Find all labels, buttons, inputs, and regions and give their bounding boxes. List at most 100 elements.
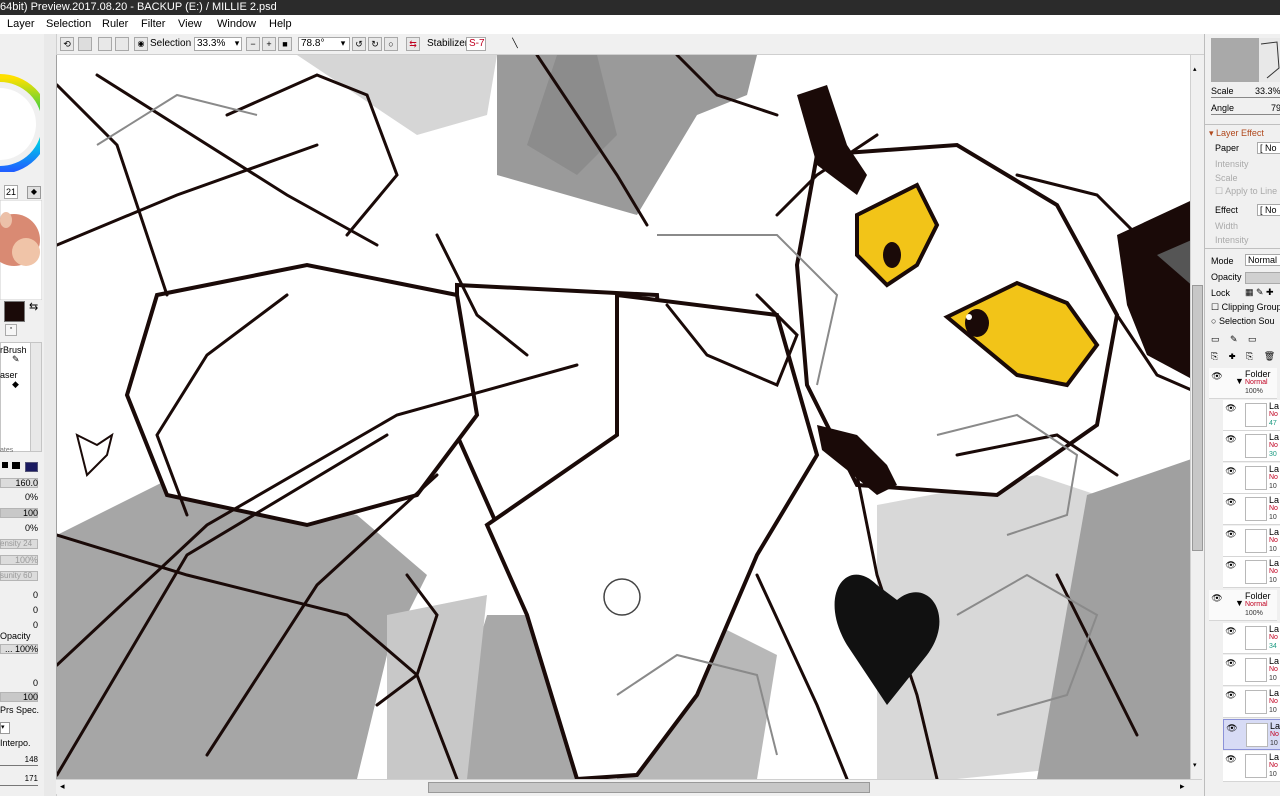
param-7[interactable]: 171: [25, 774, 38, 783]
param-6[interactable]: 148: [25, 755, 38, 764]
eye-icon[interactable]: 👁: [1211, 593, 1223, 603]
foreground-color[interactable]: [4, 301, 25, 322]
layer-item[interactable]: 👁 La No 10: [1223, 655, 1280, 686]
undo-icon[interactable]: ⟲: [60, 37, 74, 51]
menu-ruler[interactable]: Ruler: [102, 15, 128, 34]
layer-opacity-slider[interactable]: [1245, 272, 1280, 284]
layer-item[interactable]: 👁 La No 10: [1223, 463, 1280, 494]
redo-icon[interactable]: [78, 37, 92, 51]
scroll-down-icon[interactable]: ▾: [1193, 761, 1197, 769]
vertical-scroll-thumb[interactable]: [1192, 285, 1203, 551]
brush-size-field[interactable]: 21: [4, 185, 18, 199]
layer-effect-header[interactable]: ▾ Layer Effect: [1209, 128, 1264, 139]
tool-list-scrollbar[interactable]: [30, 342, 42, 452]
layer-item[interactable]: 👁 La No 10: [1223, 751, 1280, 782]
menu-help[interactable]: Help: [269, 15, 292, 34]
layer-item[interactable]: 👁 La No 30: [1223, 431, 1280, 462]
layer-actions-row-1[interactable]: ▭ ✎ ▭: [1211, 334, 1261, 345]
navigator-preview[interactable]: [1211, 38, 1280, 82]
transparent-color-icon[interactable]: ▫: [5, 324, 17, 336]
canvas-horizontal-scrollbar[interactable]: ◂ ▸: [56, 779, 1202, 794]
scroll-up-icon[interactable]: ▴: [1193, 65, 1197, 73]
rotate-left-icon[interactable]: ↺: [352, 37, 366, 51]
layer-item[interactable]: 👁 La No 10: [1223, 687, 1280, 718]
eraser-toggle-icon[interactable]: ◆: [27, 186, 41, 199]
scroll-left-icon[interactable]: ◂: [60, 781, 65, 792]
apply-to-line-checkbox[interactable]: ☐ Apply to Line: [1215, 186, 1277, 197]
blend-mode-select[interactable]: Normal: [1245, 254, 1280, 266]
eye-icon[interactable]: 👁: [1225, 434, 1237, 444]
horizontal-scroll-thumb[interactable]: [428, 782, 870, 793]
clipping-group-checkbox[interactable]: ☐ Clipping Group: [1211, 302, 1280, 313]
rotate-right-icon[interactable]: ↻: [368, 37, 382, 51]
zoom-out-icon[interactable]: −: [246, 37, 260, 51]
param-2[interactable]: 0: [33, 605, 38, 615]
selection-source-checkbox[interactable]: ○ Selection Sou: [1211, 316, 1274, 326]
invert-selection-icon[interactable]: [115, 37, 129, 51]
zoom-reset-icon[interactable]: ■: [278, 37, 292, 51]
prs-spec-label[interactable]: Prs Spec.: [0, 705, 39, 715]
layer-item[interactable]: 👁 La No 10: [1223, 719, 1280, 750]
eye-icon[interactable]: 👁: [1225, 690, 1237, 700]
layer-folder[interactable]: 👁 ▼ Folder Normal 100%: [1209, 368, 1277, 399]
eye-icon[interactable]: 👁: [1211, 371, 1223, 381]
layer-item[interactable]: 👁 La No 34: [1223, 623, 1280, 654]
folder-expand-icon[interactable]: ▼: [1235, 598, 1244, 608]
eye-icon[interactable]: 👁: [1225, 754, 1237, 764]
eye-icon[interactable]: 👁: [1226, 723, 1238, 733]
menu-selection[interactable]: Selection: [46, 15, 91, 34]
brush-shape-selector[interactable]: [0, 462, 40, 472]
param-6-slider[interactable]: [0, 765, 38, 766]
zoom-dropdown-icon[interactable]: ▾: [232, 37, 242, 51]
param-4[interactable]: 0: [33, 678, 38, 688]
color-swatch-area[interactable]: [0, 200, 42, 300]
nav-scale-slider[interactable]: [1211, 97, 1280, 98]
eye-icon[interactable]: 👁: [1225, 466, 1237, 476]
angle-dropdown-icon[interactable]: ▾: [338, 37, 348, 51]
layer-item[interactable]: 👁 La No 10: [1223, 557, 1280, 588]
canvas[interactable]: [56, 55, 1203, 779]
menu-filter[interactable]: Filter: [141, 15, 165, 34]
nav-angle-slider[interactable]: [1211, 114, 1280, 115]
layer-item[interactable]: 👁 La No 47: [1223, 400, 1280, 431]
param-3[interactable]: 0: [33, 620, 38, 630]
nav-angle-value[interactable]: 79: [1271, 103, 1280, 113]
layer-blend-mode: No: [1269, 411, 1278, 418]
selection-visible-icon[interactable]: ◉: [134, 37, 148, 51]
rotate-reset-icon[interactable]: ○: [384, 37, 398, 51]
line-tool-icon[interactable]: ╲: [508, 37, 522, 51]
stabilizer-field[interactable]: S-7: [466, 37, 486, 51]
zoom-in-icon[interactable]: +: [262, 37, 276, 51]
flip-horizontal-icon[interactable]: ⇆: [406, 37, 420, 51]
nav-scale-value[interactable]: 33.3%: [1255, 86, 1280, 96]
eye-icon[interactable]: 👁: [1225, 497, 1237, 507]
interpolation-dropdown[interactable]: ▾: [0, 722, 10, 734]
color-wheel[interactable]: [0, 62, 40, 172]
artwork: [57, 55, 1203, 779]
eye-icon[interactable]: 👁: [1225, 658, 1237, 668]
menu-window[interactable]: Window: [217, 15, 256, 34]
eye-icon[interactable]: 👁: [1225, 529, 1237, 539]
lock-icons[interactable]: ▦ ✎ ✚: [1245, 287, 1274, 298]
layer-actions-row-2[interactable]: ⎘ ✚ ⎘ 🗑: [1211, 351, 1279, 362]
min-density-value[interactable]: 0%: [25, 523, 38, 533]
effect-select[interactable]: [ No: [1257, 204, 1280, 216]
min-size-value[interactable]: 0%: [25, 492, 38, 502]
param-1[interactable]: 0: [33, 590, 38, 600]
menu-layer[interactable]: Layer: [7, 15, 35, 34]
menu-view[interactable]: View: [178, 15, 202, 34]
paper-select[interactable]: [ No: [1257, 142, 1280, 154]
scroll-right-icon[interactable]: ▸: [1180, 781, 1185, 792]
tool-other[interactable]: ates: [0, 447, 13, 454]
layer-item[interactable]: 👁 La No 10: [1223, 526, 1280, 557]
folder-expand-icon[interactable]: ▼: [1235, 376, 1244, 386]
param-7-slider[interactable]: [0, 785, 38, 786]
layer-item[interactable]: 👁 La No 10: [1223, 494, 1280, 525]
eye-icon[interactable]: 👁: [1225, 560, 1237, 570]
deselect-icon[interactable]: [98, 37, 112, 51]
layer-folder[interactable]: 👁 ▼ Folder Normal 100%: [1209, 590, 1277, 621]
eye-icon[interactable]: 👁: [1225, 403, 1237, 413]
swap-colors-icon[interactable]: ⇆: [29, 300, 38, 313]
canvas-vertical-scrollbar[interactable]: ▴ ▾: [1190, 55, 1203, 779]
eye-icon[interactable]: 👁: [1225, 626, 1237, 636]
